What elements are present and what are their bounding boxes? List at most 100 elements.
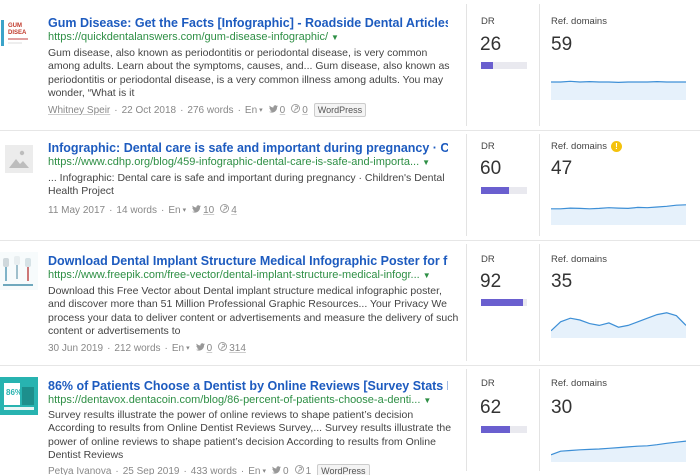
pinterest-icon (294, 465, 306, 475)
language[interactable]: En (245, 105, 257, 116)
row-divider (0, 130, 700, 131)
domain-rating-bar-fill (481, 62, 493, 69)
result-url[interactable]: https://www.cdhp.org/blog/459-infographi… (48, 156, 448, 168)
twitter-icon (268, 104, 280, 116)
meta-separator: · (240, 465, 245, 475)
platform-tag: WordPress (313, 103, 367, 117)
twitter-count[interactable]: 0 (207, 343, 213, 354)
ref-domains-value: 30 (551, 397, 573, 418)
twitter-count[interactable]: 10 (203, 205, 214, 216)
pinterest-count[interactable]: 4 (231, 205, 237, 216)
twitter-shares[interactable]: 10 (192, 205, 214, 216)
result-snippet: ... Infographic: Dental care is safe and… (48, 172, 445, 198)
chevron-down-icon[interactable]: ▼ (423, 271, 431, 280)
result-url-text[interactable]: https://www.cdhp.org/blog/459-infographi… (48, 156, 419, 168)
ref-domains-label: Ref. domains (551, 254, 607, 265)
column-divider (539, 4, 540, 126)
domain-rating-bar (481, 187, 527, 194)
pinterest-shares[interactable]: 0 (291, 104, 308, 116)
word-count: 212 words (114, 342, 161, 354)
chevron-down-icon[interactable]: ▼ (422, 158, 430, 167)
author-link[interactable]: Petya Ivanova (48, 466, 111, 475)
result-url[interactable]: https://www.freepik.com/free-vector/dent… (48, 269, 448, 281)
platform-tag: WordPress (317, 464, 370, 475)
twitter-shares[interactable]: 0 (272, 466, 289, 475)
result-url-text[interactable]: https://quickdentalanswers.com/gum-disea… (48, 31, 328, 43)
pinterest-shares[interactable]: 4 (220, 204, 237, 216)
meta-separator: · (164, 342, 168, 354)
result-meta: 30 Jun 2019 · 212 words · En ▾ 0 314 (48, 342, 246, 354)
row-divider (0, 365, 700, 366)
language[interactable]: En (172, 343, 184, 354)
result-url[interactable]: https://quickdentalanswers.com/gum-disea… (48, 31, 448, 43)
chevron-down-icon[interactable]: ▼ (331, 33, 339, 42)
domain-rating-value: 62 (480, 397, 502, 418)
pinterest-count[interactable]: 314 (229, 343, 246, 354)
author-link[interactable]: Whitney Speir (48, 105, 110, 116)
row-divider (0, 240, 700, 241)
meta-separator: · (107, 342, 111, 354)
twitter-shares[interactable]: 0 (195, 342, 213, 354)
column-divider (466, 244, 467, 361)
twitter-icon (195, 342, 207, 354)
result-title-link[interactable]: Infographic: Dental care is safe and imp… (48, 141, 448, 155)
meta-separator: · (115, 465, 119, 475)
ref-domains-value: 47 (551, 158, 573, 179)
meta-separator: · (183, 465, 187, 475)
ref-domains-label-text: Ref. domains (551, 141, 607, 152)
domain-rating-bar-fill (481, 299, 524, 306)
publish-date: 11 May 2017 (48, 204, 106, 216)
meta-separator: · (109, 204, 113, 216)
result-title-link[interactable]: Gum Disease: Get the Facts [Infographic]… (48, 16, 448, 30)
pinterest-shares[interactable]: 1 (294, 465, 312, 475)
result-title-link[interactable]: 86% of Patients Choose a Dentist by Onli… (48, 379, 448, 393)
ref-domains-sparkline (551, 64, 686, 100)
twitter-count[interactable]: 0 (280, 105, 286, 116)
domain-rating-value: 60 (480, 158, 502, 179)
result-meta: Petya Ivanova · 25 Sep 2019 · 433 words · En ▾ 0… (48, 464, 370, 475)
svg-text:GUM: GUM (8, 23, 22, 29)
column-divider (466, 134, 467, 236)
sparkline-area (551, 81, 686, 100)
publish-date: 25 Sep 2019 (122, 465, 180, 475)
image-placeholder-icon[interactable] (0, 140, 38, 178)
result-url-text[interactable]: https://dentavox.dentacoin.com/blog/86-p… (48, 394, 420, 406)
meta-separator: · (237, 104, 241, 116)
twitter-icon (192, 204, 203, 216)
twitter-shares[interactable]: 0 (268, 104, 286, 116)
twitter-count[interactable]: 0 (283, 466, 289, 475)
result-meta: 11 May 2017 · 14 words · En ▾ 10 4 (48, 204, 237, 216)
pinterest-icon (291, 104, 302, 116)
sparkline-area (551, 312, 686, 338)
ref-domains-sparkline (550, 302, 687, 338)
pinterest-count[interactable]: 1 (306, 466, 312, 475)
pinterest-shares[interactable]: 314 (218, 342, 246, 354)
result-title-link[interactable]: Download Dental Implant Structure Medica… (48, 254, 448, 268)
column-divider (539, 244, 540, 361)
warning-icon[interactable]: ! (610, 141, 622, 152)
chevron-down-icon[interactable]: ▾ (183, 206, 187, 214)
ref-domains-label: Ref. domains (551, 378, 607, 389)
language[interactable]: En (168, 205, 180, 216)
svg-text:DISEA: DISEA (8, 30, 27, 36)
column-divider (539, 134, 540, 236)
language[interactable]: En (248, 466, 260, 475)
pinterest-count[interactable]: 0 (302, 105, 308, 116)
survey-stats-image[interactable]: 86% (0, 377, 38, 415)
publish-date: 22 Oct 2018 (121, 104, 177, 116)
ref-domains-label: Ref. domains! (551, 141, 622, 152)
ref-domains-sparkline (550, 426, 687, 462)
article-image-gum-disease[interactable]: GUM DISEA (0, 14, 38, 52)
result-url[interactable]: https://dentavox.dentacoin.com/blog/86-p… (48, 394, 448, 406)
chevron-down-icon[interactable]: ▾ (186, 344, 190, 352)
ref-domains-value: 35 (551, 271, 573, 292)
chevron-down-icon[interactable]: ▾ (259, 106, 263, 114)
chevron-down-icon[interactable]: ▼ (423, 396, 431, 405)
chevron-down-icon[interactable]: ▾ (263, 467, 267, 475)
dental-implant-infographic-image[interactable] (0, 252, 38, 290)
ref-domains-label-text: Ref. domains (551, 16, 607, 27)
domain-rating-bar (481, 62, 527, 69)
pinterest-icon (220, 204, 231, 216)
result-url-text[interactable]: https://www.freepik.com/free-vector/dent… (48, 269, 420, 281)
pinterest-icon (218, 342, 229, 354)
